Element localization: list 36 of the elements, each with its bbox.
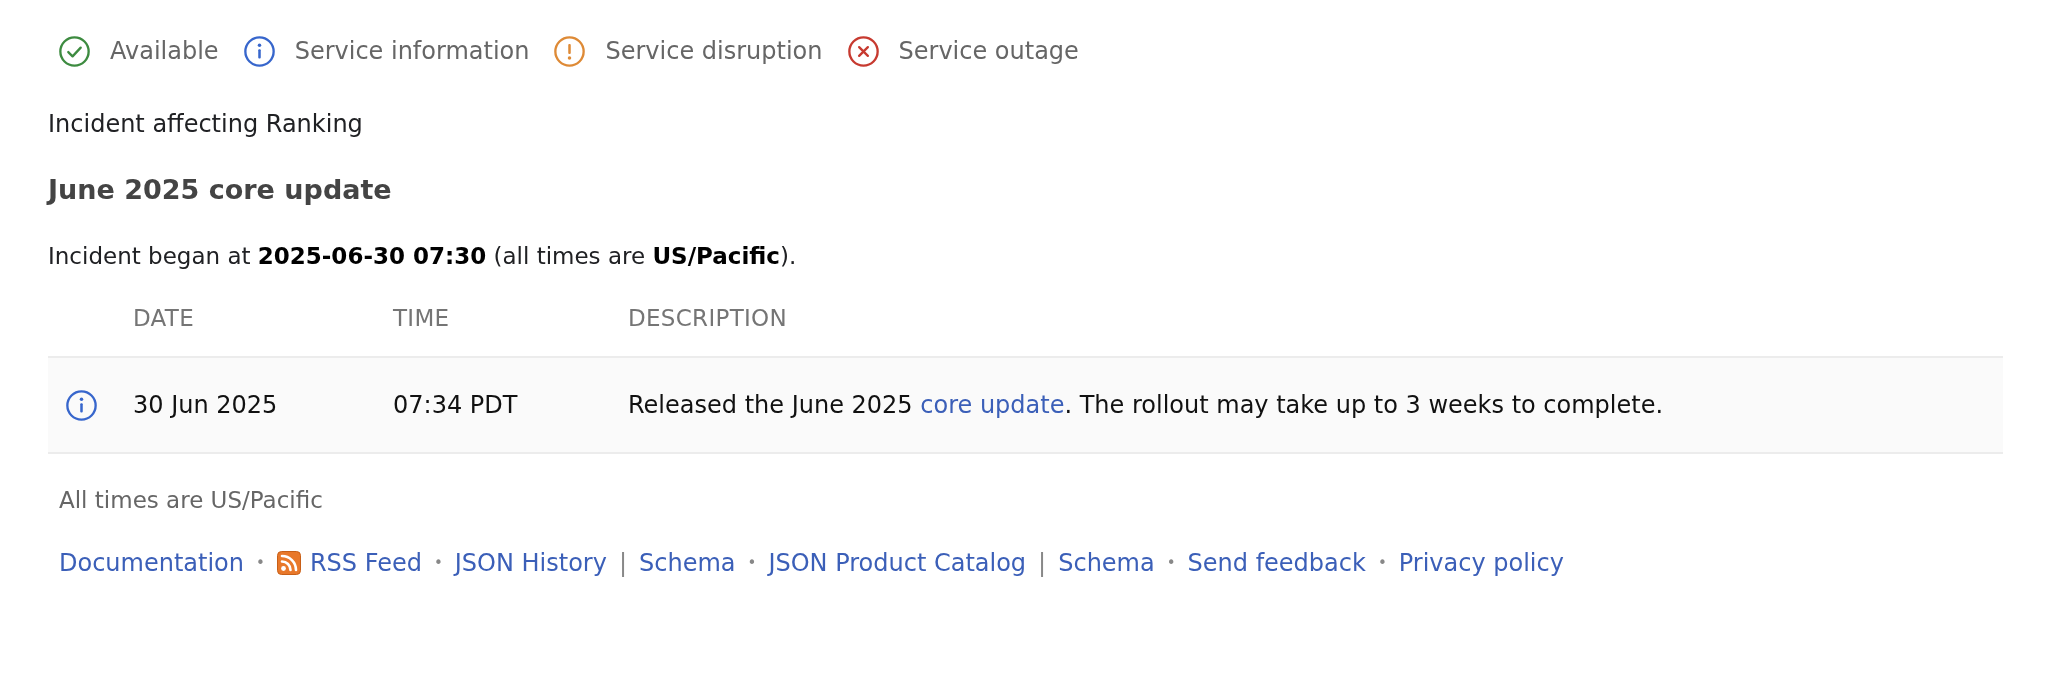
- footer-link[interactable]: Schema: [639, 547, 736, 579]
- incident-title: June 2025 core update: [48, 173, 393, 207]
- footer-link[interactable]: Schema: [1058, 547, 1155, 579]
- footer-link[interactable]: RSS Feed: [276, 547, 422, 579]
- rss-icon: [276, 551, 301, 575]
- bullet-separator: •: [256, 553, 265, 574]
- bullet-separator: •: [1377, 553, 1387, 574]
- footer-link[interactable]: JSON Product Catalog: [768, 547, 1027, 579]
- incident-start-text: Incident began at 2025-06-30 07:30 (all times are US/Pacific).: [48, 242, 798, 271]
- info-icon: [243, 35, 275, 67]
- bullet-separator: •: [433, 553, 443, 574]
- inline-link[interactable]: core update: [920, 391, 1065, 419]
- footer-link[interactable]: Privacy policy: [1398, 547, 1564, 579]
- check-circle-icon: [59, 35, 90, 67]
- legend-label: Available: [110, 36, 219, 67]
- legend-label: Service outage: [898, 36, 1079, 67]
- pipe-separator: |: [618, 548, 628, 579]
- bullet-separator: •: [1166, 553, 1176, 574]
- timezone-note: All times are US/Pacific: [59, 486, 324, 515]
- column-header: TIME: [393, 304, 451, 333]
- column-header: DATE: [133, 304, 196, 333]
- x-circle-icon: [847, 35, 879, 67]
- footer-link[interactable]: Send feedback: [1187, 547, 1366, 579]
- footer-link[interactable]: Documentation: [59, 547, 244, 579]
- pipe-separator: |: [1038, 548, 1047, 579]
- description-text: Released the June 2025 core update. The rollout may take up to 3 weeks to complete.: [628, 390, 1665, 421]
- incident-category: Incident affecting Ranking: [48, 109, 364, 140]
- legend-label: Service information: [294, 36, 530, 67]
- legend-label: Service disruption: [605, 36, 823, 67]
- table-cell-text: 07:34 PDT: [393, 390, 519, 421]
- exclamation-circle-icon: [554, 35, 586, 67]
- column-header: DESCRIPTION: [628, 304, 788, 333]
- footer-link[interactable]: JSON History: [454, 547, 607, 579]
- bullet-separator: •: [747, 553, 757, 574]
- info-icon: [66, 389, 97, 421]
- table-cell-text: 30 Jun 2025: [133, 390, 279, 421]
